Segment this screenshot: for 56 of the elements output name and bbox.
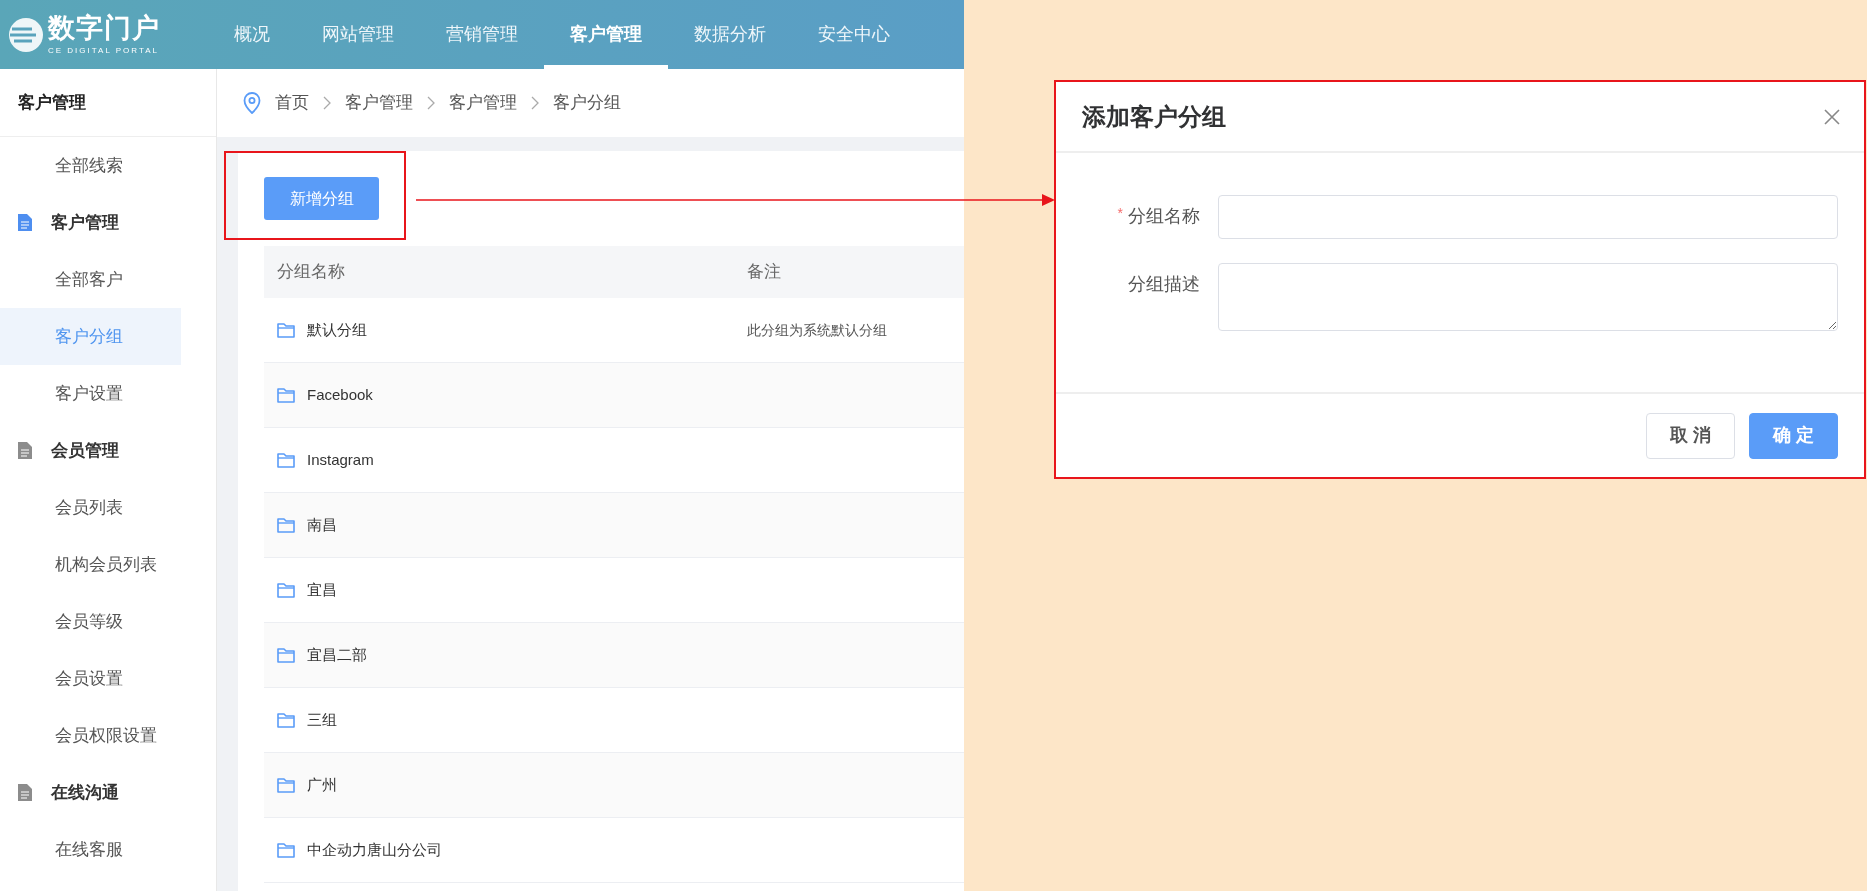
close-icon[interactable] [1824, 108, 1840, 125]
logo-subtitle: CE DIGITAL PORTAL [48, 46, 160, 55]
location-pin-icon [243, 92, 261, 114]
logo-icon [8, 16, 44, 53]
folder-icon [277, 322, 295, 338]
column-header: 备注 [747, 261, 781, 284]
folder-icon [277, 647, 295, 663]
input-field[interactable] [1218, 195, 1838, 239]
table-cell-text: 中企动力唐山分公司 [307, 839, 442, 860]
sidebar-item[interactable]: 客户设置 [0, 365, 216, 422]
sidebar-item[interactable]: 在线客服 [0, 821, 216, 878]
sidebar-item[interactable]: 全部线索 [0, 137, 216, 194]
cancel-button[interactable]: 取 消 [1646, 412, 1735, 459]
document-icon [18, 214, 32, 231]
table-cell-text: 广州 [307, 774, 337, 795]
folder-icon [277, 517, 295, 533]
chevron-icon [323, 96, 331, 110]
logo-title: 数字门户 [48, 14, 160, 42]
table-cell-text: Facebook [307, 384, 373, 405]
breadcrumb-link[interactable]: 客户管理 [345, 90, 413, 116]
field-label: 分组描述 [1127, 273, 1201, 296]
column-header: 分组名称 [276, 261, 346, 284]
chevron-icon [427, 96, 435, 110]
document-icon [18, 442, 32, 459]
sidebar-item[interactable]: 机构会员列表 [0, 536, 216, 593]
required-mark: * [1117, 205, 1123, 221]
sidebar-item[interactable]: 会员等级 [0, 593, 216, 650]
table-cell-text: 此分组为系统默认分组 [747, 320, 887, 340]
table-cell-text: 宜昌 [307, 579, 337, 600]
sidebar-group[interactable]: 会员管理 [0, 422, 216, 479]
sidebar-item[interactable]: 会员列表 [0, 479, 216, 536]
dialog-title: 添加客户分组 [1082, 101, 1226, 132]
table-cell-text: 默认分组 [307, 319, 367, 340]
breadcrumb-link[interactable]: 客户分组 [553, 90, 621, 116]
sidebar-title: 客户管理 [0, 69, 216, 137]
text-area[interactable] [1218, 263, 1838, 331]
folder-icon [277, 777, 295, 793]
sidebar-item[interactable]: 会员设置 [0, 650, 216, 707]
folder-icon [277, 452, 295, 468]
folder-icon [277, 842, 295, 858]
table-cell-text: 宜昌二部 [307, 644, 367, 665]
field-label: * 分组名称 [1116, 204, 1201, 228]
folder-icon [277, 387, 295, 403]
sidebar-item[interactable]: 全部客户 [0, 251, 216, 308]
table-cell-text: Instagram [307, 449, 374, 470]
sidebar-group[interactable]: 在线沟通 [0, 764, 216, 821]
folder-icon [277, 712, 295, 728]
chevron-icon [531, 96, 539, 110]
table-cell-text: 三组 [307, 709, 337, 730]
document-icon [18, 784, 32, 801]
folder-icon [277, 582, 295, 598]
table-cell-text: 南昌 [307, 514, 337, 535]
sidebar-item[interactable]: 会员权限设置 [0, 707, 216, 764]
sidebar-group[interactable]: 客户管理 [0, 194, 216, 251]
breadcrumb-link[interactable]: 客户管理 [449, 90, 517, 116]
breadcrumb-link[interactable]: 首页 [275, 90, 309, 116]
